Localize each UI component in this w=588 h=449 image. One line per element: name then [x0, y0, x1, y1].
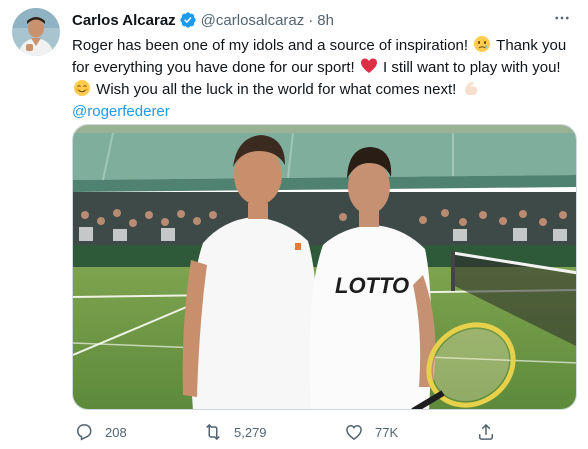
smiling-face-emoji	[74, 80, 90, 96]
share-button[interactable]	[476, 422, 496, 442]
tweet-actions: 208 5,279 77K	[66, 418, 506, 446]
tweet-text-line-3: Wish you all the luck in the world for w…	[72, 79, 572, 101]
timestamp[interactable]: 8h	[317, 12, 334, 29]
tweet-text: Roger has been one of my idols and a sou…	[72, 35, 572, 123]
crying-face-emoji	[474, 36, 491, 52]
tweet-text-line-4: @rogerfederer	[72, 101, 572, 123]
tweet-text-part-5: Wish you all the luck in the world for w…	[96, 81, 457, 98]
tweet-text-part-2: Thank you	[496, 37, 567, 54]
red-heart-emoji	[360, 58, 377, 73]
share-icon	[479, 423, 493, 440]
retweet-count: 5,279	[234, 424, 267, 440]
like-button[interactable]: 77K	[344, 422, 398, 442]
more-options-icon	[555, 16, 569, 20]
flexed-biceps-emoji	[464, 81, 477, 96]
tweet-text-line-1: Roger has been one of my idols and a sou…	[72, 35, 572, 57]
retweet-button[interactable]: 5,279	[203, 422, 267, 442]
like-count: 77K	[375, 424, 399, 440]
tweet[interactable]: Carlos Alcaraz @carlosalcaraz · 8h Roger…	[0, 0, 588, 449]
tweet-photo[interactable]: LOTTO	[72, 124, 577, 410]
author-name[interactable]: Carlos Alcaraz	[72, 12, 176, 29]
mention-link[interactable]: @rogerfederer	[72, 103, 170, 120]
tweet-text-part-3: for everything you have done for our spo…	[72, 59, 355, 76]
shirt-logo-text: LOTTO	[335, 273, 409, 298]
tweet-text-part-1: Roger has been one of my idols and a sou…	[72, 37, 469, 54]
more-options-button[interactable]	[550, 8, 574, 28]
avatar-image	[12, 8, 60, 56]
author-avatar[interactable]	[12, 8, 60, 56]
author-handle[interactable]: @carlosalcaraz	[201, 12, 305, 29]
verified-badge-icon	[179, 11, 197, 29]
tweet-header: Carlos Alcaraz @carlosalcaraz · 8h	[72, 10, 334, 30]
reply-icon	[76, 424, 92, 441]
tweet-text-part-4: I still want to play with you!	[383, 59, 561, 76]
like-icon	[346, 424, 362, 440]
reply-button[interactable]: 208	[74, 422, 127, 442]
reply-count: 208	[105, 424, 127, 440]
tweet-text-line-2: for everything you have done for our spo…	[72, 57, 572, 79]
photo-image: LOTTO	[73, 125, 576, 409]
separator-dot: ·	[308, 11, 314, 29]
retweet-icon	[206, 423, 220, 441]
